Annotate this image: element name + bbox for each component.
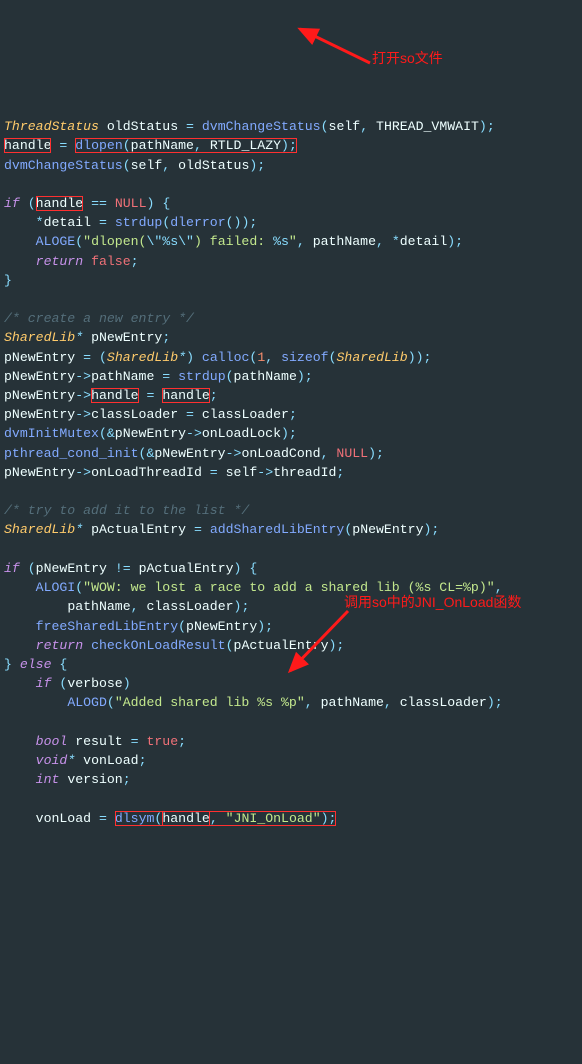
annotation-call-jni-onload: 调用so中的JNI_OnLoad函数 bbox=[344, 594, 521, 610]
type: ThreadStatus bbox=[4, 119, 99, 134]
arrow-icon bbox=[290, 23, 380, 83]
comment: /* create a new entry */ bbox=[4, 311, 194, 326]
comment: /* try to add it to the list */ bbox=[4, 503, 249, 518]
highlight-handle-arg: handle bbox=[162, 811, 209, 826]
highlight-handle-field: handle bbox=[91, 388, 138, 403]
highlight-handle-check: handle bbox=[36, 196, 83, 211]
code-block: ThreadStatus oldStatus = dvmChangeStatus… bbox=[0, 96, 582, 834]
highlight-dlopen-call: dlopen(pathName, RTLD_LAZY); bbox=[75, 138, 297, 153]
highlight-handle-var: handle bbox=[4, 138, 51, 153]
highlight-dlsym-call: dlsym(handle, "JNI_OnLoad"); bbox=[115, 811, 337, 826]
highlight-handle-rhs: handle bbox=[162, 388, 209, 403]
annotation-open-so: 打开so文件 bbox=[372, 50, 443, 66]
